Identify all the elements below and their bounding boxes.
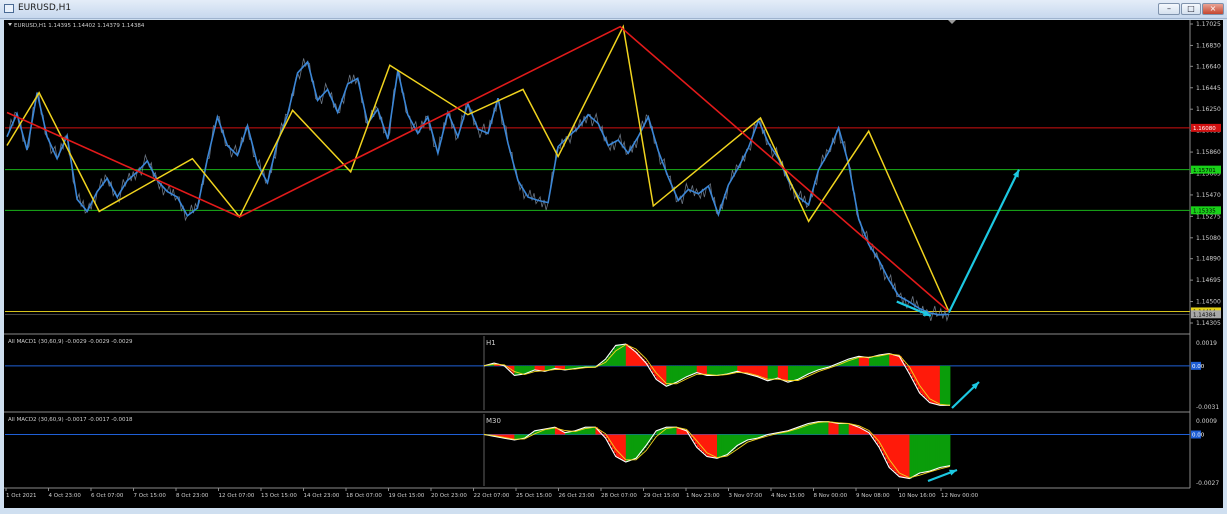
time-tick-label: 1 Nov 23:00: [686, 493, 720, 499]
macd1-histogram-bar: [947, 365, 951, 406]
time-tick-label: 13 Oct 15:00: [261, 493, 297, 499]
time-tick-label: 18 Oct 07:00: [346, 493, 382, 499]
macd1-title: All MACD1 (30,60,9) -0.0029 -0.0029 -0.0…: [8, 339, 133, 345]
time-tick-label: 22 Oct 07:00: [474, 493, 510, 499]
symbol-header: EURUSD,H1 1.14395 1.14402 1.14379 1.1438…: [14, 23, 145, 29]
time-tick-label: 20 Oct 23:00: [431, 493, 467, 499]
close-button[interactable]: ×: [1202, 3, 1224, 15]
time-tick-label: 4 Oct 23:00: [49, 493, 82, 499]
time-tick-label: 4 Nov 15:00: [771, 493, 805, 499]
price-tick-label: 1.15470: [1196, 192, 1221, 199]
macd1-timeframe-label: H1: [486, 339, 496, 347]
price-tick-label: 1.14890: [1196, 256, 1221, 263]
time-tick-label: 1 Oct 2021: [6, 493, 37, 499]
yellow-zigzag-line: [6, 24, 950, 312]
price-tick-label: 1.16250: [1196, 106, 1221, 113]
time-tick-label: 8 Nov 00:00: [814, 493, 848, 499]
time-tick-label: 19 Oct 15:00: [389, 493, 425, 499]
time-tick-label: 28 Oct 07:00: [601, 493, 637, 499]
macd2-histogram-bar: [947, 434, 951, 467]
price-tick-label: 1.15860: [1196, 149, 1221, 156]
macd1-signal-line: [483, 344, 951, 406]
chart-canvas[interactable]: 1.17025 1.16830 1.16640 1.16445 1.16250 1.160…: [4, 20, 1223, 508]
time-tick-label: 7 Oct 15:00: [134, 493, 167, 499]
time-tick-label: 25 Oct 15:00: [516, 493, 552, 499]
time-tick-label: 26 Oct 23:00: [559, 493, 595, 499]
collapse-triangle-icon: [8, 23, 12, 26]
price-tick-label: 1.14695: [1196, 277, 1221, 284]
cyan-arrow: [947, 169, 1020, 314]
price-tick-label: 1.17025: [1196, 21, 1221, 28]
level-price-tag-label: 1.16080: [1193, 126, 1216, 132]
macd2-tick-label: 0.0009: [1196, 418, 1217, 425]
price-tick-label: 1.15080: [1196, 235, 1221, 242]
time-tick-label: 29 Oct 15:00: [644, 493, 680, 499]
chart-window-icon: [4, 4, 14, 13]
time-tick-label: 3 Nov 07:00: [729, 493, 763, 499]
shift-marker-icon: [948, 20, 956, 24]
time-tick-label: 12 Nov 00:00: [941, 493, 979, 499]
title-bar[interactable]: EURUSD,H1 – □ ×: [0, 0, 1227, 19]
maximize-button[interactable]: □: [1181, 3, 1201, 15]
price-tick-label: 1.14500: [1196, 299, 1221, 306]
price-tick-label: 1.16640: [1196, 63, 1221, 70]
window-title: EURUSD,H1: [18, 3, 72, 13]
time-tick-label: 10 Nov 16:00: [899, 493, 937, 499]
time-tick-label: 8 Oct 23:00: [176, 493, 209, 499]
chart-area[interactable]: 1.17025 1.16830 1.16640 1.16445 1.16250 1.160…: [4, 20, 1223, 508]
macd1-zero-tag-label: 0.00: [1192, 364, 1205, 370]
macd2-zero-tag-label: 0.00: [1192, 433, 1205, 439]
time-tick-label: 6 Oct 07:00: [91, 493, 124, 499]
mt-chart-window: EURUSD,H1 – □ × 1.17025 1.16830 1.16640 1.1…: [0, 0, 1227, 514]
macd2-tick-label: -0.0027: [1196, 480, 1219, 487]
time-tick-label: 12 Oct 07:00: [219, 493, 255, 499]
price-tick-label: 1.14305: [1196, 320, 1221, 327]
level-price-tag-label: 1.15701: [1193, 168, 1216, 174]
minimize-button[interactable]: –: [1158, 3, 1180, 15]
price-tick-label: 1.16445: [1196, 85, 1221, 92]
macd2-cyan-arrow-head: [949, 469, 957, 476]
red-zigzag-line: [6, 25, 950, 313]
macd2-title: All MACD2 (30,60,9) -0.0017 -0.0017 -0.0…: [8, 417, 133, 423]
level-price-tag-label: 1.15335: [1193, 209, 1216, 215]
macd1-tick-label: 0.0019: [1196, 340, 1217, 347]
macd1-tick-label: -0.0031: [1196, 404, 1219, 411]
time-tick-label: 14 Oct 23:00: [304, 493, 340, 499]
current-price-tag-label: 1.14384: [1193, 313, 1216, 319]
price-tick-label: 1.16830: [1196, 42, 1221, 49]
time-tick-label: 9 Nov 08:00: [856, 493, 890, 499]
macd2-timeframe-label: M30: [486, 417, 501, 425]
